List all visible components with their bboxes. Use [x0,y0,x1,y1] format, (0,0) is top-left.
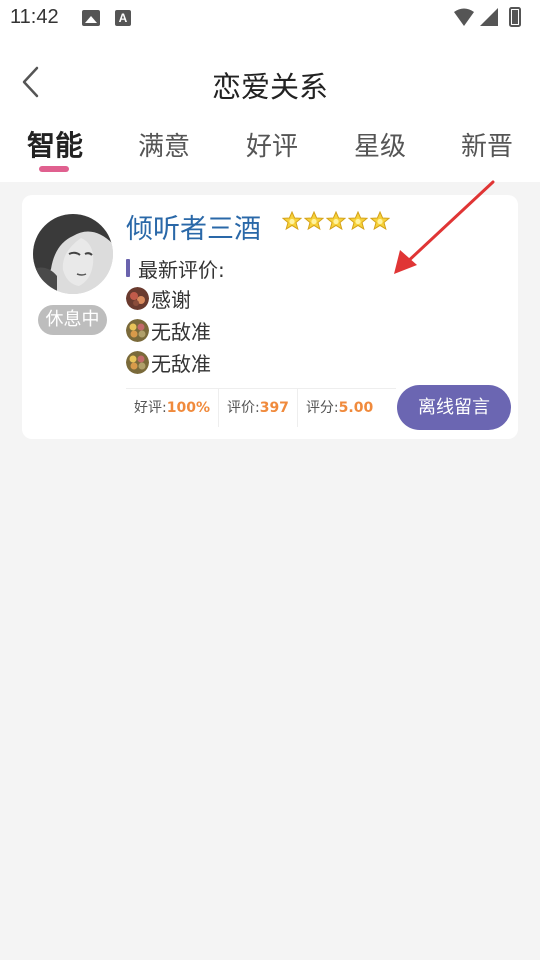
top-panel: 11:42 A 恋爱关系 智能 满意 好评 星级 新晋 [0,0,540,182]
page-title: 恋爱关系 [211,70,328,104]
offline-message-button[interactable]: 离线留言 [397,385,511,430]
tab-smart[interactable]: 智能 [27,124,83,164]
review-header: 最新评价: [126,257,225,282]
avatar-portrait [33,214,113,294]
wifi-icon [454,8,474,26]
avatar[interactable] [33,214,113,294]
stats-row: 好评:100% 评价:397 评分:5.00 [126,389,381,427]
tab-satisfied[interactable]: 满意 [138,126,190,163]
star-icon [282,211,302,231]
review-item: 感谢 [126,285,191,312]
review-item: 无敌准 [126,317,211,344]
status-bar: 11:42 A [0,0,540,36]
review-text: 感谢 [151,287,191,312]
review-text: 无敌准 [151,319,211,344]
review-title: 最新评价: [138,257,225,282]
star-icon [304,211,324,231]
reviewer-avatar-icon [126,350,149,374]
text-a-icon: A [115,10,131,26]
stat-good-rate: 好评:100% [134,400,210,416]
header: 恋爱关系 [0,56,540,110]
tab-good-review[interactable]: 好评 [246,126,298,163]
tab-bar: 智能 满意 好评 星级 新晋 [0,124,540,180]
image-icon [82,10,100,26]
counselor-card[interactable]: 休息中 倾听者三酒 最新评价: 感谢 无敌准 无敌准 好评:100% 评价:39… [22,195,518,439]
signal-icon [480,8,498,26]
review-text: 无敌准 [151,351,211,376]
stat-review-count: 评价:397 [217,389,297,427]
review-accent-bar [126,259,130,277]
tab-star-level[interactable]: 星级 [354,126,406,163]
status-badge: 休息中 [38,305,107,335]
status-time: 11:42 [10,6,59,28]
star-icon [348,211,368,231]
star-icon [370,211,390,231]
reviewer-avatar-icon [126,286,149,310]
star-icon [326,211,346,231]
star-rating [282,211,390,231]
status-right-icons [454,7,521,27]
review-item: 无敌准 [126,349,211,376]
tab-newcomer[interactable]: 新晋 [461,126,513,163]
tab-indicator [39,166,69,172]
reviewer-avatar-icon [126,318,149,342]
stat-score: 评分:5.00 [296,389,381,427]
counselor-name[interactable]: 倾听者三酒 [126,207,261,246]
